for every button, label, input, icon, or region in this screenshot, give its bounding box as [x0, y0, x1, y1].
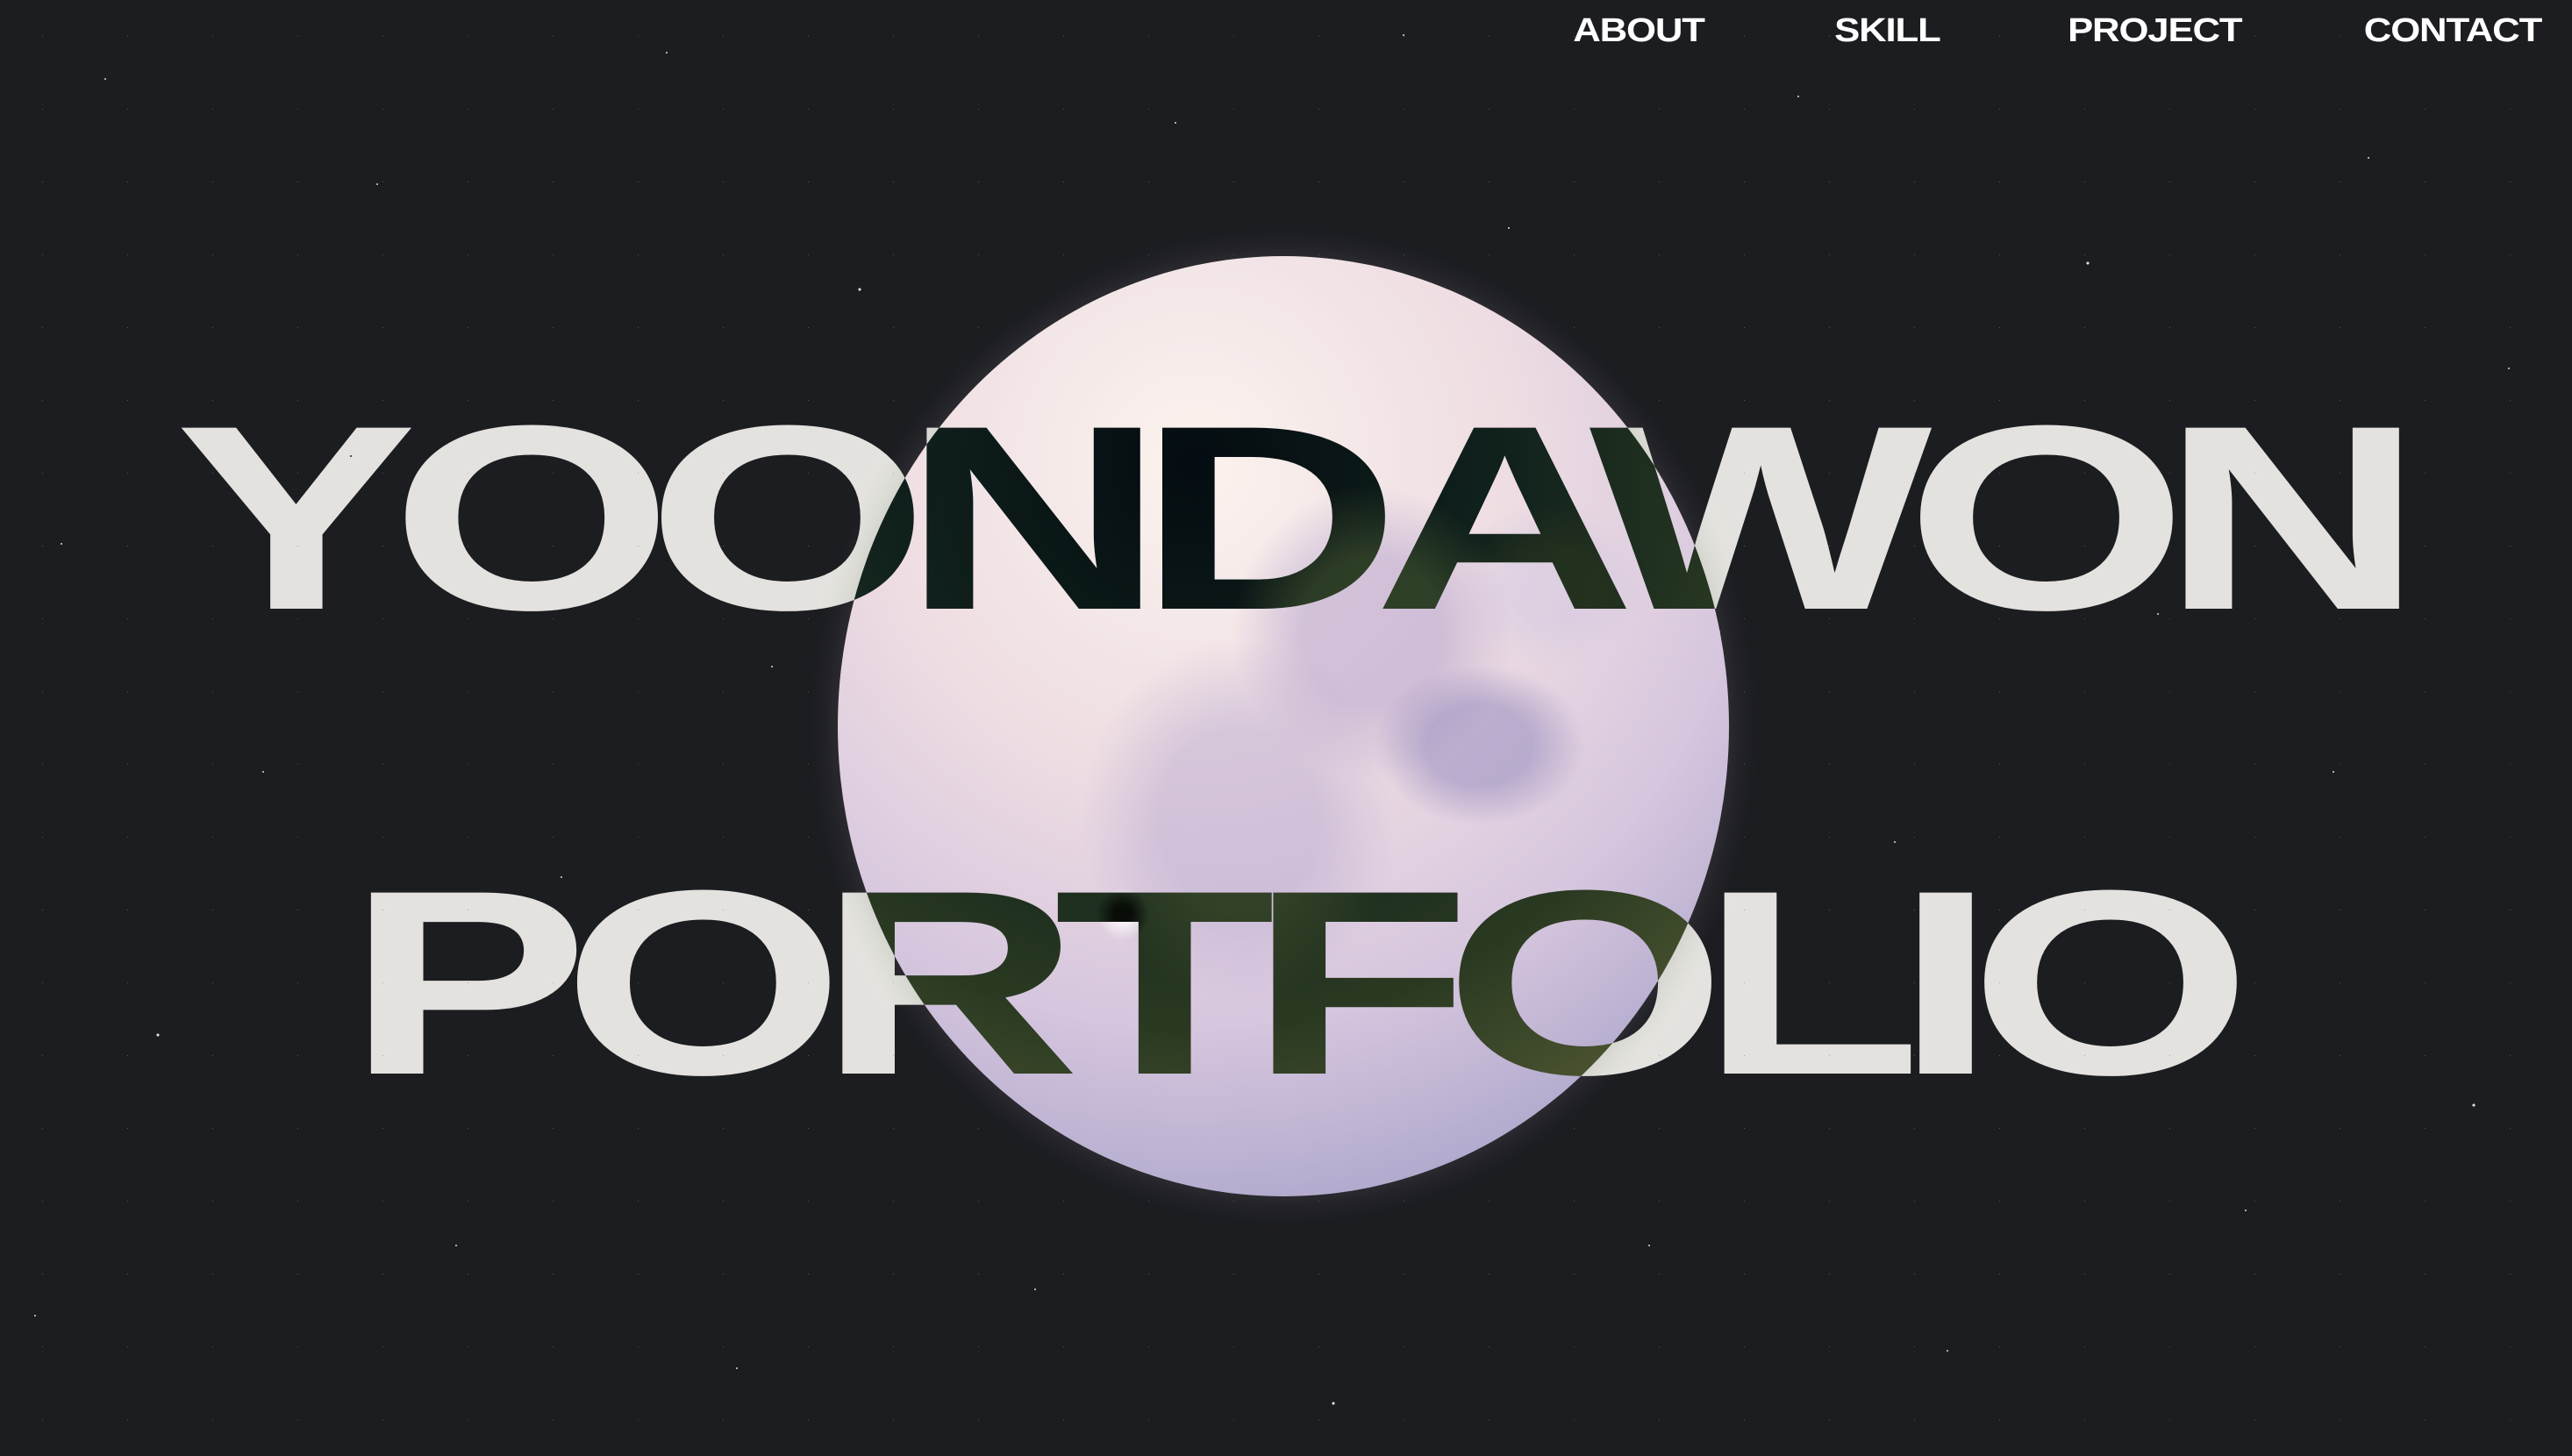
nav-about[interactable]: ABOUT	[1573, 12, 1705, 50]
hero-title-portfolio: PORTFOLIO	[347, 835, 2252, 1130]
hero-title-name: YOONDAWON	[175, 370, 2424, 665]
nav-project[interactable]: PROJECT	[2068, 12, 2243, 50]
nav-contact[interactable]: CONTACT	[2364, 12, 2542, 50]
hero-page: ABOUT SKILL PROJECT CONTACT YOONDAWON PO…	[0, 0, 2572, 1456]
main-nav: ABOUT SKILL PROJECT CONTACT	[1573, 12, 2542, 50]
nav-skill[interactable]: SKILL	[1834, 12, 1941, 50]
